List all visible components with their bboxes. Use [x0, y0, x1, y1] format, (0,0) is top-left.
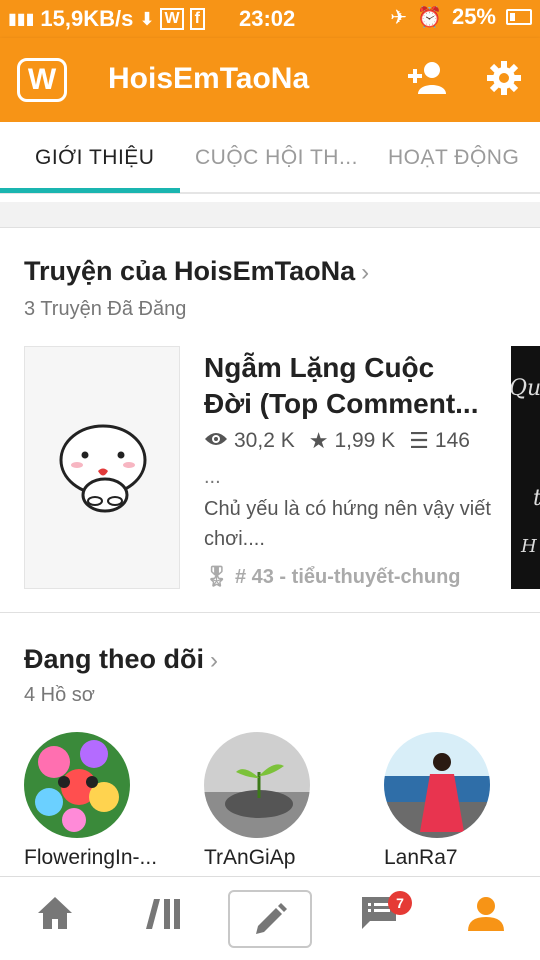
- bottom-navigation: 7: [0, 876, 540, 960]
- profile-tabs: GIỚI THIỆU CUỘC HỘI TH... HOẠT ĐỘNG: [0, 122, 540, 194]
- story-cover[interactable]: [24, 346, 180, 589]
- next-cover-text-2: t: [533, 486, 540, 511]
- following-section-header[interactable]: Đang theo dõi ›: [24, 644, 218, 675]
- home-icon[interactable]: [36, 895, 74, 936]
- section-spacer: [0, 202, 540, 228]
- avatar: [24, 732, 130, 838]
- reads-count: 30,2 K: [234, 429, 295, 452]
- following-count: 4 Hồ sơ: [24, 684, 95, 706]
- star-icon: ★: [308, 428, 329, 453]
- following-section-title: Đang theo dõi: [24, 644, 204, 674]
- story-rank: 🎖 # 43 - tiểu-thuyết-chung: [204, 564, 461, 589]
- settings-gear-icon[interactable]: [486, 60, 522, 105]
- logo-letter: W: [27, 63, 57, 96]
- write-pencil-icon: [252, 902, 288, 943]
- profile-name: LanRa7: [384, 846, 458, 869]
- chevron-right-icon: ›: [361, 259, 370, 286]
- download-icon: ⬇: [139, 8, 155, 29]
- stories-count: 3 Truyện Đã Đăng: [24, 298, 187, 320]
- description-ellipsis: ...: [204, 466, 221, 488]
- chevron-right-icon: ›: [209, 647, 218, 674]
- library-icon[interactable]: [146, 895, 182, 938]
- network-speed: 15,9KB/s: [40, 6, 134, 31]
- stories-section-title: Truyện của HoisEmTaoNa: [24, 256, 356, 286]
- tab-about[interactable]: GIỚI THIỆU: [35, 146, 154, 170]
- section-divider: [0, 612, 540, 613]
- story-title[interactable]: Ngẫm Lặng Cuộc Đời (Top Comment...: [204, 350, 484, 422]
- profile-icon[interactable]: [466, 895, 506, 938]
- rank-text: # 43 - tiểu-thuyết-chung: [234, 566, 461, 588]
- cute-character-image: [59, 424, 147, 513]
- following-profile[interactable]: FloweringIn-...: [24, 732, 174, 870]
- list-icon: ☰: [409, 428, 429, 453]
- battery-percent: 25%: [451, 4, 496, 29]
- battery-icon: [506, 9, 532, 25]
- eye-icon: [204, 429, 228, 453]
- next-cover-text-3: H: [521, 536, 537, 557]
- write-button[interactable]: [228, 890, 312, 948]
- story-stats: 30,2 K ★ 1,99 K ☰ 146: [204, 428, 470, 454]
- ribbon-icon: 🎖: [204, 566, 230, 588]
- status-bar: ▮▮▮ 15,9KB/s ⬇ W f 23:02 ✈ ⏰ 25%: [0, 0, 540, 38]
- votes-count: 1,99 K: [334, 429, 396, 452]
- tab-conversations[interactable]: CUỘC HỘI TH...: [195, 146, 358, 170]
- signal-icon: ▮▮▮: [8, 11, 35, 28]
- active-tab-indicator: [0, 188, 180, 193]
- clock: 23:02: [239, 6, 296, 31]
- app-bar: W HoisEmTaoNa: [0, 38, 540, 122]
- next-cover-text-1: Qu: [511, 376, 540, 401]
- next-story-cover[interactable]: Qu t H: [511, 346, 540, 589]
- avatar: [384, 732, 490, 838]
- wattpad-notification-icon: W: [160, 8, 184, 30]
- story-description: Chủ yếu là có hứng nên vậy viết chơi....: [204, 498, 491, 550]
- tab-activity[interactable]: HOẠT ĐỘNG: [388, 146, 519, 170]
- avatar: [204, 732, 310, 838]
- messages-badge: 7: [388, 891, 412, 915]
- page-title: HoisEmTaoNa: [108, 62, 310, 95]
- parts-count: 146: [434, 429, 470, 452]
- mute-icon: ✈: [390, 6, 408, 29]
- profile-name: FloweringIn-...: [24, 846, 158, 869]
- following-profile[interactable]: TrAnGiAp: [204, 732, 354, 870]
- facebook-notification-icon: f: [189, 8, 205, 30]
- add-person-icon[interactable]: [406, 60, 450, 105]
- stories-section-header[interactable]: Truyện của HoisEmTaoNa ›: [24, 256, 369, 287]
- profile-name: TrAnGiAp: [204, 846, 296, 869]
- wattpad-logo-icon[interactable]: W: [17, 58, 67, 102]
- following-profile[interactable]: LanRa7: [384, 732, 534, 870]
- alarm-icon: ⏰: [417, 6, 442, 29]
